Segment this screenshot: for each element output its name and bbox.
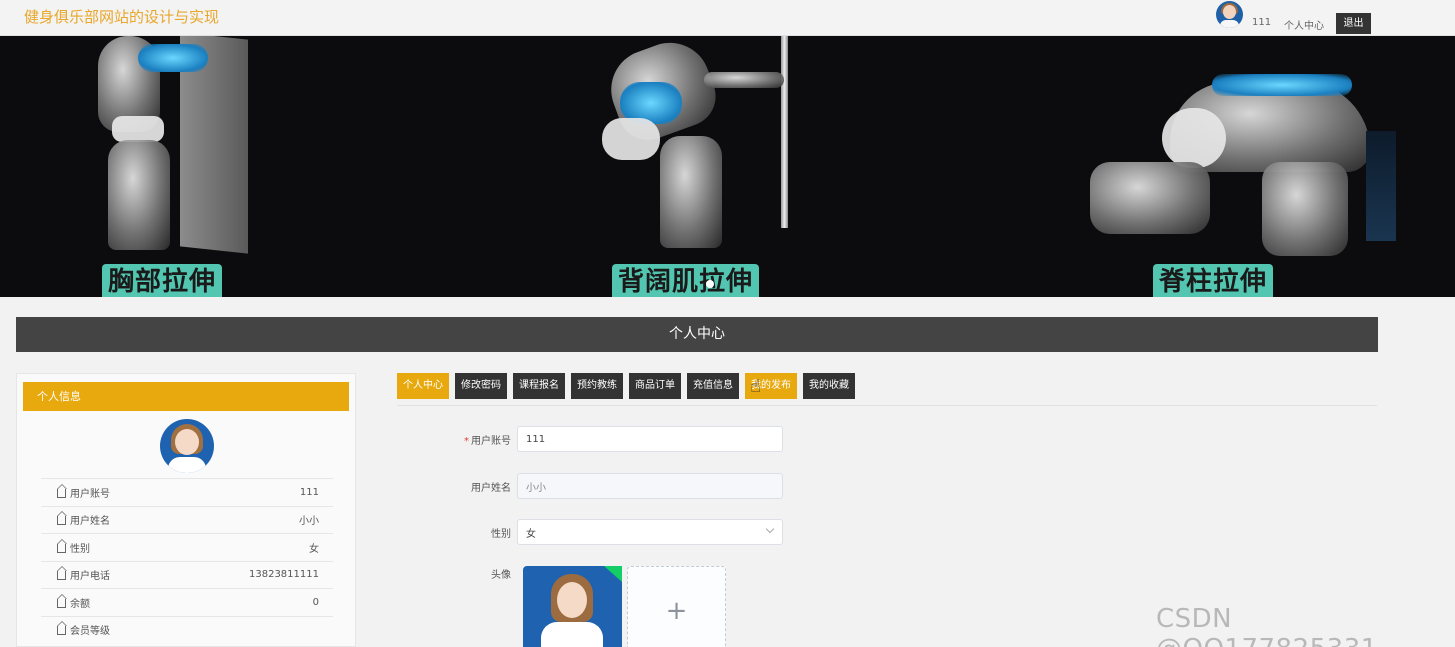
profile-avatar-face <box>175 429 199 455</box>
gender-label: 性别 <box>491 528 511 540</box>
info-row-balance: 余额 0 <box>41 588 333 616</box>
avatar-face <box>1223 5 1236 19</box>
info-value-gender: 女 <box>309 543 319 555</box>
carousel-indicator-dot[interactable] <box>706 280 714 288</box>
account-label: 用户账号 <box>471 435 511 447</box>
info-value-name: 小小 <box>299 516 319 528</box>
figure-spine-arms <box>1262 162 1348 256</box>
info-row-name: 用户姓名 小小 <box>41 505 333 534</box>
account-input[interactable] <box>517 426 783 452</box>
logout-button[interactable]: 退出 <box>1336 13 1371 34</box>
info-row-member-level: 会员等级 <box>41 615 333 644</box>
profile-card-title: 个人信息 <box>23 382 349 411</box>
profile-info-card: 个人信息 用户账号 111 用户姓名 小小 性别 女 用户电话 13823811… <box>16 373 356 647</box>
info-row-account: 用户账号 111 <box>41 478 333 506</box>
profile-info-list: 用户账号 111 用户姓名 小小 性别 女 用户电话 13823811111 余… <box>41 478 333 643</box>
spine-muscle-highlight <box>1212 74 1352 96</box>
home-icon <box>57 566 67 581</box>
home-icon <box>57 621 67 636</box>
info-label-phone: 用户电话 <box>70 571 110 583</box>
banner-caption-spine: 脊柱拉伸 <box>1153 264 1274 297</box>
figure-back-hips <box>602 118 660 160</box>
profile-avatar <box>160 419 214 473</box>
banner-edge-glow <box>1366 131 1396 241</box>
username-label: 111 <box>1252 17 1272 28</box>
info-value-balance: 0 <box>312 596 319 608</box>
info-label-name: 用户姓名 <box>70 516 110 528</box>
photo-face <box>557 582 587 618</box>
info-value-account: 111 <box>299 486 319 498</box>
chest-muscle-highlight <box>138 44 208 72</box>
home-icon <box>57 538 67 553</box>
avatar-shirt <box>1220 20 1239 28</box>
figure-spine-legs <box>1090 162 1210 234</box>
form-row-account: * 用户账号 <box>440 426 783 452</box>
name-label: 用户姓名 <box>471 482 511 494</box>
hand-pointer-icon: ☝ <box>750 376 761 397</box>
gender-select[interactable] <box>517 519 783 545</box>
info-value-phone: 13823811111 <box>249 569 319 581</box>
pole-illustration <box>781 36 788 228</box>
tab-product-orders[interactable]: 商品订单 <box>629 373 681 399</box>
figure-chest-legs <box>108 140 170 250</box>
info-label-member-level: 会员等级 <box>70 626 110 638</box>
gender-select-input[interactable] <box>517 519 783 545</box>
personal-center-link[interactable]: 个人中心 <box>1284 17 1324 32</box>
photo-shirt <box>541 622 603 647</box>
avatar-upload-button[interactable]: + <box>627 566 726 647</box>
info-row-gender: 性别 女 <box>41 533 333 561</box>
form-row-name: 用户姓名 <box>440 473 783 499</box>
form-row-gender: 性别 <box>440 519 783 545</box>
section-title-bar: 个人中心 <box>16 317 1378 352</box>
top-navigation-bar: 健身俱乐部网站的设计与实现 111 个人中心 退出 <box>0 0 1455 36</box>
figure-back-legs <box>660 136 722 248</box>
profile-avatar-shirt <box>168 457 206 473</box>
tab-recharge-info[interactable]: 充值信息 <box>687 373 739 399</box>
home-icon <box>57 511 67 526</box>
site-title[interactable]: 健身俱乐部网站的设计与实现 <box>24 6 219 27</box>
tab-my-favorites[interactable]: 我的收藏 <box>803 373 855 399</box>
figure-chest-hips <box>112 116 164 142</box>
banner-caption-back: 背阔肌拉伸 <box>612 264 760 297</box>
required-marker: * <box>464 435 469 447</box>
info-label-gender: 性别 <box>70 543 90 555</box>
home-icon <box>57 483 67 498</box>
figure-back-arms <box>704 72 784 88</box>
uploaded-avatar-photo[interactable] <box>523 566 622 647</box>
name-input[interactable] <box>517 473 783 499</box>
tab-course-signup[interactable]: 课程报名 <box>513 373 565 399</box>
tabs-divider <box>397 405 1377 406</box>
watermark-text: CSDN @QQ177825331 <box>1156 604 1377 647</box>
home-icon <box>57 593 67 608</box>
info-label-balance: 余额 <box>70 598 90 610</box>
avatar-label: 头像 <box>491 569 511 581</box>
info-label-account: 用户账号 <box>70 488 110 500</box>
tab-personal-center[interactable]: 个人中心 <box>397 373 449 399</box>
info-row-phone: 用户电话 13823811111 <box>41 560 333 589</box>
profile-tabs: 个人中心 修改密码 课程报名 预约教练 商品订单 充值信息 我的发布 我的收藏 <box>397 373 861 399</box>
form-row-avatar: 头像 <box>440 566 517 581</box>
tab-change-password[interactable]: 修改密码 <box>455 373 507 399</box>
banner-carousel[interactable]: 胸部拉伸 背阔肌拉伸 脊柱拉伸 <box>0 36 1455 297</box>
tab-book-coach[interactable]: 预约教练 <box>571 373 623 399</box>
figure-spine-hips <box>1162 108 1226 168</box>
user-avatar[interactable] <box>1216 1 1243 28</box>
banner-caption-chest: 胸部拉伸 <box>102 264 223 297</box>
